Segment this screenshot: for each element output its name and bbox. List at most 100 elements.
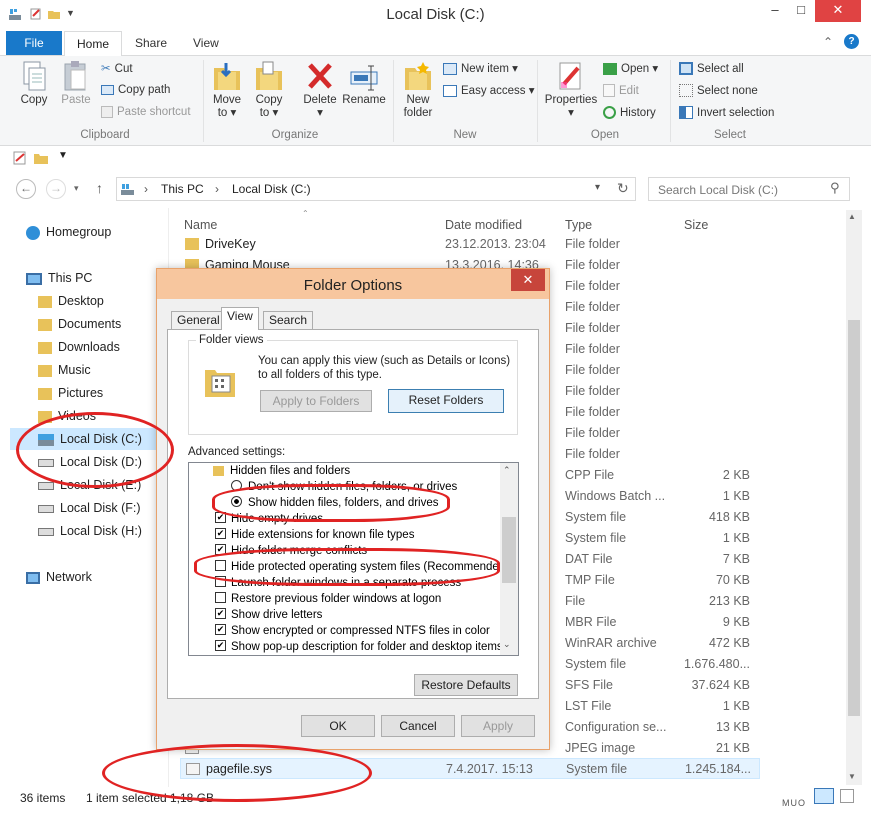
paste-shortcut-button[interactable]: Paste shortcut (101, 103, 191, 123)
address-dropdown-icon[interactable]: ▾ (595, 182, 600, 193)
column-header-type[interactable]: Type (565, 218, 592, 232)
ribbon-collapse-icon[interactable]: ⌃ (823, 35, 833, 49)
search-icon[interactable]: ⚲ (830, 180, 840, 196)
nav-homegroup[interactable]: Homegroup (26, 221, 111, 243)
new-folder-button[interactable]: New folder (398, 60, 438, 120)
folder-icon[interactable] (213, 465, 224, 476)
cancel-button[interactable]: Cancel (381, 715, 455, 737)
status-item-count: 36 items (20, 791, 66, 805)
ok-button[interactable]: OK (301, 715, 375, 737)
cut-button[interactable]: ✂ Cut (101, 60, 133, 80)
advanced-setting-item[interactable]: ✔ Show encrypted or compressed NTFS files… (199, 624, 490, 641)
address-bar[interactable]: › This PC › Local Disk (C:) ▾ ↻ (116, 177, 636, 201)
scroll-up-icon[interactable]: ▲ (848, 212, 856, 221)
reset-folders-button[interactable]: Reset Folders (388, 389, 504, 413)
tab-file[interactable]: File (6, 31, 62, 55)
move-to-button[interactable]: Move to ▾ (208, 60, 246, 120)
maximize-button[interactable]: □ (788, 0, 814, 22)
minimize-button[interactable]: ‒ (762, 0, 788, 22)
apply-to-folders-button[interactable]: Apply to Folders (260, 390, 372, 412)
select-none-button[interactable]: Select none (679, 82, 758, 102)
list-scroll-up-icon[interactable]: ⌃ (503, 465, 511, 476)
group-label-clipboard: Clipboard (80, 129, 130, 141)
nav-network[interactable]: Network (26, 566, 92, 588)
nav-documents[interactable]: Documents (38, 313, 121, 335)
advanced-setting-label: Show drive letters (231, 609, 323, 621)
breadcrumb-this-pc[interactable]: This PC (161, 182, 204, 196)
details-view-icon[interactable] (814, 788, 834, 804)
advanced-setting-item[interactable]: ✔ Show pop-up description for folder and … (199, 640, 503, 655)
search-input[interactable]: Search Local Disk (C:) (648, 177, 850, 201)
nav-desktop[interactable]: Desktop (38, 290, 104, 312)
up-arrow-icon[interactable]: ↑ (96, 180, 103, 196)
invert-selection-button[interactable]: Invert selection (679, 104, 774, 124)
checkbox[interactable]: ✔ (215, 624, 226, 636)
help-icon[interactable]: ? (844, 34, 859, 49)
tab-home[interactable]: Home (64, 31, 122, 57)
file-type: Configuration se... (565, 720, 667, 734)
nav-label: Homegroup (46, 225, 112, 239)
file-type: SFS File (565, 678, 613, 692)
new-folder-label-2: folder (403, 107, 433, 119)
advanced-setting-item[interactable]: ✔ Show drive letters (199, 608, 323, 625)
advanced-setting-item[interactable]: ✔ Hide extensions for known file types (199, 528, 414, 545)
list-scroll-down-icon[interactable]: ⌄ (503, 639, 511, 650)
refresh-icon[interactable]: ↻ (617, 180, 629, 197)
new-item-button[interactable]: New item ▾ (443, 60, 518, 80)
list-scrollbar-thumb[interactable] (502, 517, 516, 583)
qa-customize-icon[interactable]: ▼ (58, 150, 68, 161)
scrollbar-thumb[interactable] (848, 320, 860, 716)
nav-drive-h[interactable]: Local Disk (H:) (38, 520, 142, 542)
dialog-close-button[interactable]: ✕ (511, 269, 545, 291)
breadcrumb-separator-icon[interactable]: › (215, 182, 219, 196)
drive-icon (38, 527, 54, 536)
column-header-date[interactable]: Date modified (445, 218, 522, 232)
tab-view[interactable]: View (193, 36, 219, 50)
file-row[interactable]: DriveKey 23.12.2013. 23:04 File folder (180, 234, 760, 255)
paste-button[interactable]: Paste (58, 60, 94, 107)
column-header-size[interactable]: Size (684, 218, 708, 232)
back-button[interactable]: ← (16, 179, 36, 199)
easy-access-label: Easy access ▾ (461, 85, 535, 97)
properties-icon[interactable] (13, 151, 27, 165)
checkbox[interactable]: ✔ (215, 640, 226, 652)
history-button[interactable]: History (603, 104, 656, 124)
paste-label: Paste (61, 94, 91, 106)
copy-to-button[interactable]: Copy to ▾ (250, 60, 288, 120)
checkbox[interactable]: ✔ (215, 608, 226, 620)
copy-path-button[interactable]: Copy path (101, 81, 170, 101)
properties-button[interactable]: Properties ▾ (542, 60, 600, 120)
tab-view-active[interactable]: View (221, 307, 259, 330)
breadcrumb-separator-icon[interactable]: › (144, 182, 148, 196)
copy-button[interactable]: Copy (14, 60, 54, 107)
apply-button[interactable]: Apply (461, 715, 535, 737)
tab-search[interactable]: Search (263, 311, 314, 330)
nav-drive-f[interactable]: Local Disk (F:) (38, 497, 141, 519)
new-folder-icon[interactable] (34, 151, 48, 165)
nav-pictures[interactable]: Pictures (38, 382, 103, 404)
nav-music[interactable]: Music (38, 359, 91, 381)
nav-this-pc[interactable]: This PC (26, 267, 92, 289)
tab-share[interactable]: Share (135, 36, 167, 50)
rename-button[interactable]: Rename (342, 60, 386, 107)
close-button[interactable]: ✕ (815, 0, 861, 22)
open-button[interactable]: Open ▾ (603, 60, 658, 80)
breadcrumb-drive[interactable]: Local Disk (C:) (232, 182, 311, 196)
new-item-icon (443, 62, 457, 75)
column-header-name[interactable]: Name (184, 218, 217, 232)
recent-locations-icon[interactable]: ▾ (74, 183, 79, 194)
forward-button[interactable]: → (46, 179, 66, 199)
scroll-down-icon[interactable]: ▼ (848, 772, 856, 781)
easy-access-button[interactable]: Easy access ▾ (443, 82, 535, 102)
select-all-button[interactable]: Select all (679, 60, 744, 80)
nav-downloads[interactable]: Downloads (38, 336, 120, 358)
advanced-setting-item[interactable]: Hidden files and folders (199, 465, 350, 481)
delete-button[interactable]: Delete ▾ (300, 60, 340, 120)
checkbox[interactable]: ✔ (215, 528, 226, 540)
advanced-setting-item[interactable]: Restore previous folder windows at logon (199, 592, 441, 609)
edit-button[interactable]: Edit (603, 82, 639, 102)
large-icons-view-icon[interactable] (840, 789, 854, 803)
restore-defaults-button[interactable]: Restore Defaults (414, 674, 518, 696)
tab-general[interactable]: General (171, 311, 226, 330)
checkbox[interactable] (215, 592, 226, 604)
